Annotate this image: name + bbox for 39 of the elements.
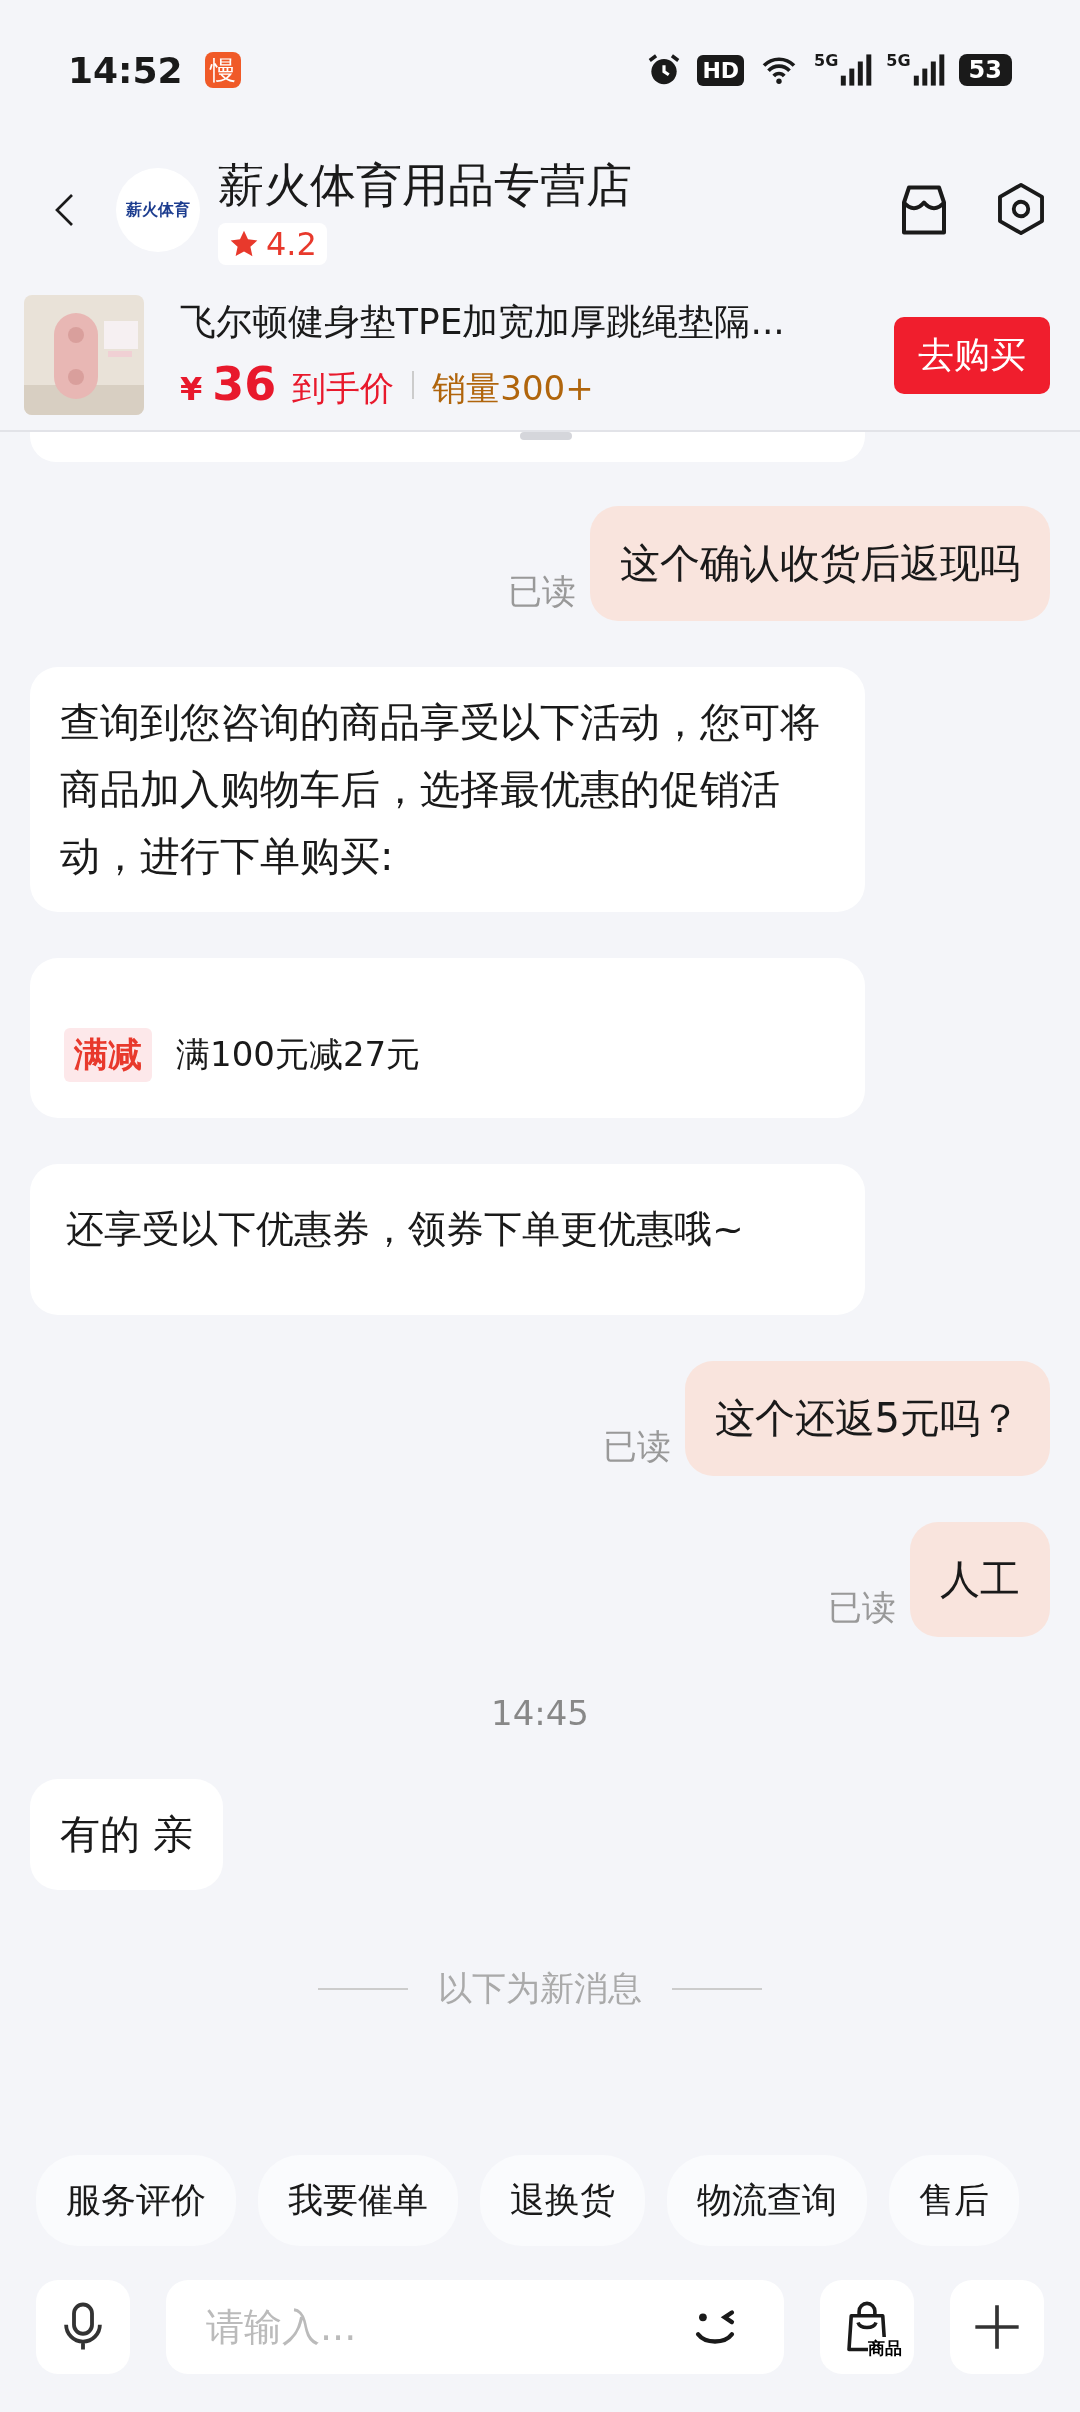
buy-button[interactable]: 去购买 <box>894 316 1050 394</box>
shop-name: 薪火体育用品专营店 <box>218 157 632 214</box>
message-bubble: 这个还返5元吗？ <box>684 1361 1050 1476</box>
hd-badge: HD <box>697 54 745 86</box>
read-receipt: 已读 <box>828 1586 896 1629</box>
app-badge: 慢 <box>204 52 241 88</box>
timestamp: 14:45 <box>491 1693 589 1733</box>
quick-reply-chip[interactable]: 物流查询 <box>667 2155 867 2246</box>
sales-count: 销量300+ <box>432 367 594 410</box>
signal-icon <box>838 51 873 89</box>
voice-button[interactable] <box>36 2280 130 2374</box>
price-label: 到手价 <box>292 367 395 410</box>
read-receipt: 已读 <box>508 570 576 613</box>
message-bubble: 有的 亲 <box>30 1779 223 1890</box>
quick-reply-chip[interactable]: 退换货 <box>480 2155 645 2246</box>
promo-tag: 满减 <box>64 1028 152 1082</box>
network-label: 5G <box>886 51 911 70</box>
quick-reply-chip[interactable]: 服务评价 <box>36 2155 236 2246</box>
shop-rating: 4.2 <box>218 223 327 265</box>
currency-symbol: ¥ <box>180 370 203 408</box>
quick-reply-chip[interactable]: 售后 <box>889 2155 1019 2246</box>
quick-reply-chip[interactable]: 我要催单 <box>258 2155 458 2246</box>
message-bubble: 人工 <box>910 1522 1050 1637</box>
message-input-field[interactable]: 请输入... <box>206 2280 686 2374</box>
status-time: 14:52 <box>68 49 183 91</box>
message-bubble: 查询到您咨询的商品享受以下活动，您可将商品加入购物车后，选择最优惠的促销活动，进行下单购买: <box>30 667 865 912</box>
add-button[interactable] <box>950 2280 1044 2374</box>
shop-logo: 薪火体育 <box>116 168 200 252</box>
message-bubble: 还享受以下优惠券，领券下单更优惠哦~ <box>30 1164 865 1315</box>
promo-text: 满100元减27元 <box>176 1033 421 1076</box>
new-messages-divider: 以下为新消息 <box>438 1967 642 2010</box>
goods-button[interactable]: 商品 <box>820 2280 914 2374</box>
message-input-box[interactable]: 请输入... <box>166 2280 784 2374</box>
message-bubble: 这个确认收货后返现吗 <box>590 506 1050 621</box>
network-label: 5G <box>814 51 839 70</box>
product-title: 飞尔顿健身垫TPE加宽加厚跳绳垫隔... <box>180 300 786 344</box>
read-receipt: 已读 <box>602 1425 671 1468</box>
product-price: 36 <box>212 357 277 411</box>
battery-indicator: 53 <box>958 54 1012 86</box>
